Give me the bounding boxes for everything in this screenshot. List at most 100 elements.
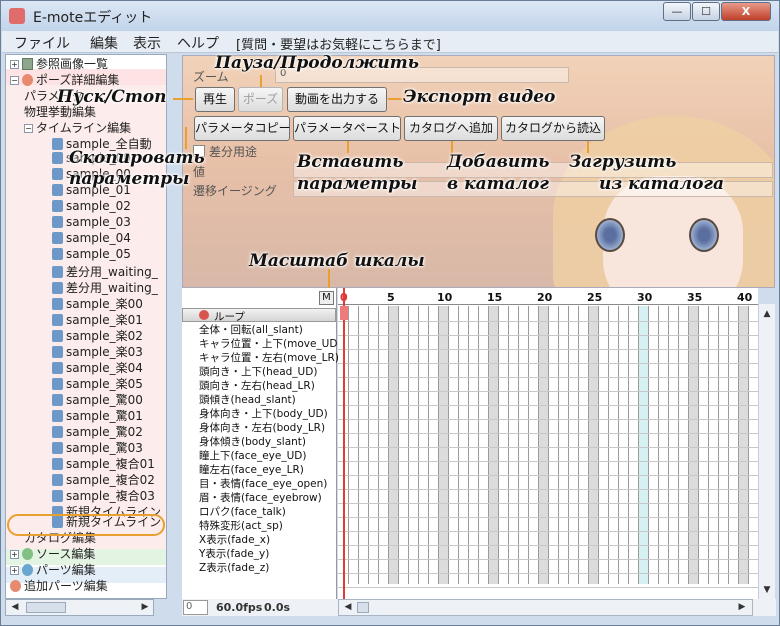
close-button[interactable]: X bbox=[721, 2, 771, 21]
tree-item[interactable]: − ポーズ詳細編集 bbox=[10, 71, 119, 87]
track-name[interactable]: ロパク(face_talk) bbox=[199, 504, 286, 519]
frame-column[interactable] bbox=[409, 306, 419, 584]
track-name[interactable]: キャラ位置・上下(move_UD) bbox=[199, 336, 342, 351]
menu-help[interactable]: ヘルプ bbox=[177, 33, 219, 53]
scroll-thumb[interactable] bbox=[357, 602, 369, 613]
frame-column[interactable] bbox=[479, 306, 489, 584]
tree-item[interactable]: sample_複合02 bbox=[52, 471, 155, 487]
play-button[interactable]: 再生 bbox=[195, 87, 235, 112]
frame-column[interactable] bbox=[749, 306, 758, 584]
frame-column[interactable] bbox=[369, 306, 379, 584]
frame-column[interactable] bbox=[619, 306, 629, 584]
track-name[interactable]: 眉・表情(face_eyebrow) bbox=[199, 490, 322, 505]
tree-item[interactable]: sample_驚01 bbox=[52, 407, 143, 423]
maximize-button[interactable]: ☐ bbox=[692, 2, 720, 21]
frame-column[interactable] bbox=[449, 306, 459, 584]
frame-column[interactable] bbox=[719, 306, 729, 584]
scroll-right-icon[interactable]: ▶ bbox=[735, 601, 749, 614]
track-name[interactable]: キャラ位置・左右(move_LR) bbox=[199, 350, 339, 365]
frame-column[interactable] bbox=[519, 306, 529, 584]
tree-item[interactable]: sample_04 bbox=[52, 231, 131, 247]
track-name[interactable]: 瞳左右(face_eye_LR) bbox=[199, 462, 304, 477]
tree-item[interactable]: sample_02 bbox=[52, 199, 131, 215]
scroll-right-icon[interactable]: ▶ bbox=[138, 601, 152, 614]
tree-item[interactable]: sample_楽04 bbox=[52, 359, 143, 375]
frame-input[interactable]: 0 bbox=[183, 600, 208, 615]
frame-column[interactable] bbox=[679, 306, 689, 584]
tree-item[interactable]: + パーツ編集 bbox=[10, 561, 96, 577]
copy-params-button[interactable]: パラメータコピー bbox=[194, 116, 291, 141]
frame-column[interactable] bbox=[579, 306, 589, 584]
frame-column[interactable] bbox=[499, 306, 509, 584]
frame-column[interactable] bbox=[609, 306, 619, 584]
menu-view[interactable]: 表示 bbox=[133, 33, 161, 53]
frame-column[interactable] bbox=[419, 306, 429, 584]
frame-column[interactable] bbox=[629, 306, 639, 584]
frame-column[interactable] bbox=[709, 306, 719, 584]
tree-item[interactable]: sample_複合03 bbox=[52, 487, 155, 503]
tree-item[interactable]: 差分用_waiting_ bbox=[52, 263, 158, 279]
export-video-button[interactable]: 動画を出力する bbox=[287, 87, 387, 112]
tree-item[interactable]: sample_05 bbox=[52, 247, 131, 263]
track-name[interactable]: 身体向き・左右(body_LR) bbox=[199, 420, 325, 435]
menu-request-link[interactable]: [質問・要望はお気軽にこちらまで] bbox=[236, 34, 441, 53]
menu-file[interactable]: ファイル bbox=[14, 33, 70, 53]
scroll-down-icon[interactable]: ▼ bbox=[760, 584, 774, 597]
frame-column[interactable] bbox=[729, 306, 739, 584]
track-name[interactable]: 目・表情(face_eye_open) bbox=[199, 476, 327, 491]
frame-column[interactable] bbox=[639, 306, 649, 584]
frame-column[interactable] bbox=[439, 306, 449, 584]
track-name[interactable]: 頭向き・上下(head_UD) bbox=[199, 364, 317, 379]
frame-column[interactable] bbox=[529, 306, 539, 584]
frame-column[interactable] bbox=[429, 306, 439, 584]
menu-edit[interactable]: 編集 bbox=[90, 33, 118, 53]
frame-column[interactable] bbox=[559, 306, 569, 584]
timeline-vertical-scrollbar[interactable]: ▲ ▼ bbox=[758, 304, 775, 599]
frame-column[interactable] bbox=[509, 306, 519, 584]
tree-item[interactable]: 差分用_waiting_ bbox=[52, 279, 158, 295]
scroll-left-icon[interactable]: ◀ bbox=[8, 601, 22, 614]
frame-column[interactable] bbox=[469, 306, 479, 584]
paste-params-button[interactable]: パラメータペースト bbox=[293, 116, 401, 141]
track-name[interactable]: Y表示(fade_y) bbox=[199, 546, 269, 561]
frame-column[interactable] bbox=[599, 306, 609, 584]
scroll-up-icon[interactable]: ▲ bbox=[760, 308, 774, 321]
frame-column[interactable] bbox=[739, 306, 749, 584]
timeline-grid[interactable]: 0510152025303540 bbox=[338, 288, 758, 599]
tree-item[interactable]: − タイムライン編集 bbox=[24, 119, 131, 135]
track-name[interactable]: 全体・回転(all_slant) bbox=[199, 322, 303, 337]
timeline-ruler[interactable]: 0510152025303540 bbox=[338, 288, 758, 305]
loop-row[interactable]: ループ bbox=[182, 308, 336, 323]
scale-button[interactable]: M bbox=[319, 291, 334, 305]
tree-item[interactable]: sample_驚00 bbox=[52, 391, 143, 407]
frame-column[interactable] bbox=[699, 306, 709, 584]
frame-column[interactable] bbox=[359, 306, 369, 584]
tree-item[interactable]: sample_03 bbox=[52, 215, 131, 231]
track-name[interactable]: 頭向き・左右(head_LR) bbox=[199, 378, 315, 393]
tree-item[interactable]: + 参照画像一覧 bbox=[10, 55, 108, 71]
frame-column[interactable] bbox=[349, 306, 359, 584]
track-name[interactable]: 特殊変形(act_sp) bbox=[199, 518, 283, 533]
expand-toggle-icon[interactable]: + bbox=[10, 60, 19, 69]
scroll-left-icon[interactable]: ◀ bbox=[341, 601, 355, 614]
tree-item[interactable]: + ソース編集 bbox=[10, 545, 95, 561]
frame-column[interactable] bbox=[589, 306, 599, 584]
tree-item[interactable]: sample_驚03 bbox=[52, 439, 143, 455]
expand-toggle-icon[interactable]: + bbox=[10, 550, 19, 559]
tree-item[interactable]: sample_楽03 bbox=[52, 343, 143, 359]
playhead-line[interactable] bbox=[343, 288, 345, 599]
tree-item[interactable]: sample_楽00 bbox=[52, 295, 143, 311]
track-name[interactable]: Z表示(fade_z) bbox=[199, 560, 269, 575]
timeline-horizontal-scrollbar[interactable]: ◀ ▶ bbox=[338, 599, 753, 616]
track-name[interactable]: 頭傾き(head_slant) bbox=[199, 392, 296, 407]
track-name[interactable]: X表示(fade_x) bbox=[199, 532, 270, 547]
tree-item[interactable]: 追加パーツ編集 bbox=[10, 577, 108, 593]
frame-column[interactable] bbox=[379, 306, 389, 584]
track-name[interactable]: 身体向き・上下(body_UD) bbox=[199, 406, 328, 421]
expand-toggle-icon[interactable]: − bbox=[10, 76, 19, 85]
frame-column[interactable] bbox=[389, 306, 399, 584]
tree-item[interactable]: sample_楽05 bbox=[52, 375, 143, 391]
expand-toggle-icon[interactable]: − bbox=[24, 124, 33, 133]
expand-toggle-icon[interactable]: + bbox=[10, 566, 19, 575]
tree-item[interactable]: sample_複合01 bbox=[52, 455, 155, 471]
